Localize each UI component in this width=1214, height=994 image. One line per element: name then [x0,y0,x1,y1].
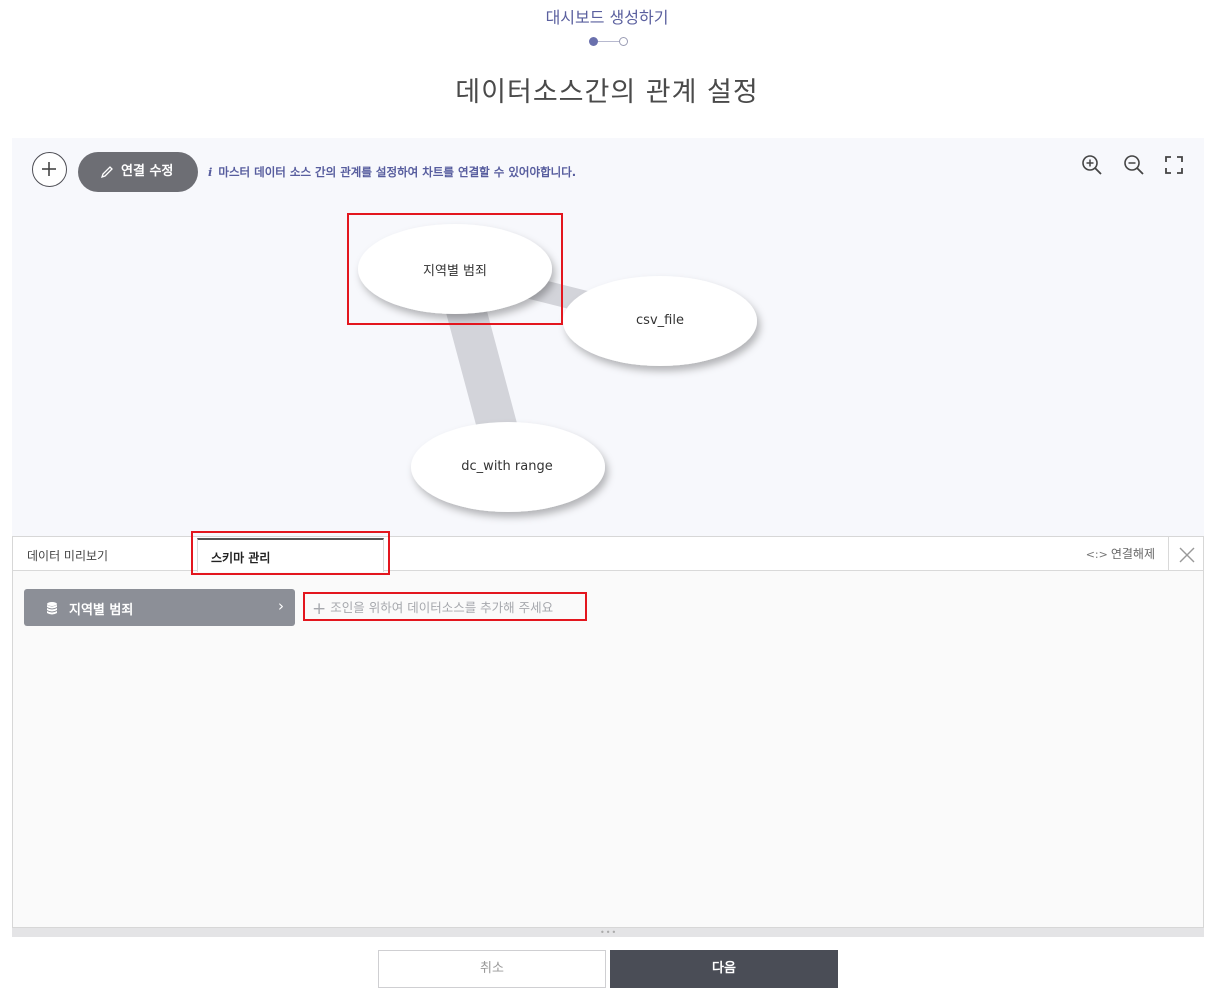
unlink-label: 연결해제 [1110,547,1155,561]
relation-graph-canvas[interactable]: 연결 수정 i 마스터 데이터 소스 간의 관계를 설정하여 차트를 연결할 수 … [12,138,1204,536]
step-indicator [589,36,629,46]
wizard-title: 대시보드 생성하기 [545,8,669,27]
edit-link-button[interactable]: 연결 수정 [78,152,198,192]
pencil-icon [100,166,113,179]
plus-icon [42,162,56,176]
relation-graph [358,224,757,512]
close-icon [1179,547,1195,563]
node-label-csv-file: csv_file [636,313,684,328]
edit-link-label: 연결 수정 [121,164,174,179]
step-dot-current [589,37,598,46]
zoom-out-icon[interactable] [1123,154,1145,176]
page-heading: 데이터소스간의 관계 설정 [455,77,759,108]
tab-data-preview[interactable]: 데이터 미리보기 [27,547,108,564]
datasource-chip-label: 지역별 범죄 [69,603,134,618]
zoom-in-icon[interactable] [1081,154,1103,176]
step-connector [598,41,620,42]
database-icon [47,602,57,615]
fullscreen-icon[interactable] [1163,154,1185,176]
panel-resize-handle[interactable]: ••• [12,928,1204,937]
info-message: i 마스터 데이터 소스 간의 관계를 설정하여 차트를 연결할 수 있어야합니다… [208,164,576,180]
add-datasource-button[interactable] [32,152,67,187]
highlight-box-add-join [303,592,587,621]
highlight-box-tab [191,531,390,575]
highlight-box-node [347,213,563,325]
cancel-button[interactable]: 취소 [378,950,606,988]
node-label-dc-with-range: dc_with range [461,459,553,474]
unlink-button[interactable]: <:> 연결해제 [1086,545,1155,562]
info-icon: i [208,165,213,179]
grip-icon: ••• [600,928,618,937]
chevron-right-icon: › [278,597,284,615]
schema-panel: 데이터 미리보기 스키마 관리 <:> 연결해제 지역별 범죄 › + 조인을 위하… [12,531,1204,928]
unlink-icon: <:> [1085,548,1108,561]
next-button[interactable]: 다음 [610,950,838,988]
panel-close-button[interactable] [1168,537,1203,571]
info-message-text: 마스터 데이터 소스 간의 관계를 설정하여 차트를 연결할 수 있어야합니다. [218,165,577,179]
datasource-chip[interactable]: 지역별 범죄 › [24,589,295,626]
step-dot-next [619,37,628,46]
